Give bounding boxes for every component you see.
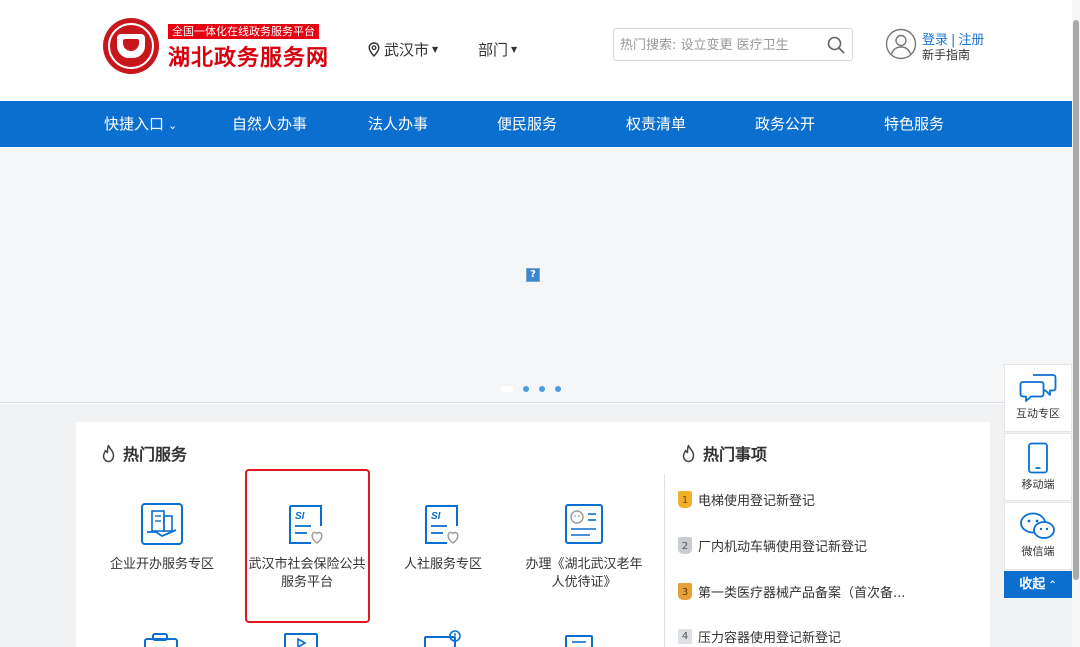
page-scrollbar[interactable]: [1072, 0, 1080, 647]
media-play-icon[interactable]: [283, 632, 319, 647]
hot-section-card: 热门服务 热门事项 企业开办服务专区 SI 武汉市社会保险公共 服务平台 SI …: [76, 422, 990, 647]
logo-title[interactable]: 湖北政务服务网: [168, 40, 329, 72]
site-header: 全国一体化在线政务服务平台 湖北政务服务网 武汉市 ▼ 部门 ▼ 登录|注册 新…: [0, 0, 1080, 101]
search-input[interactable]: [620, 35, 820, 55]
nav-item-natural-person[interactable]: 自然人办事: [232, 101, 307, 147]
city-label: 武汉市: [384, 41, 430, 59]
service-label-line1: 办理《湖北武汉老年: [525, 557, 643, 572]
enterprise-hand-icon: [141, 503, 183, 545]
float-mobile[interactable]: 移动端: [1004, 433, 1072, 501]
float-label: 互动专区: [1016, 407, 1060, 420]
float-label: 微信端: [1021, 545, 1055, 558]
department-selector[interactable]: 部门 ▼: [478, 39, 517, 60]
hot-services-label: 热门服务: [123, 445, 188, 464]
chat-bubbles-icon: [1019, 374, 1057, 402]
logo-emblem-icon[interactable]: [103, 18, 159, 74]
service-hr-social[interactable]: SI 人社服务专区: [378, 502, 508, 574]
location-pin-icon: [368, 42, 380, 57]
banner-carousel[interactable]: ?: [0, 147, 1072, 403]
carousel-dot[interactable]: [555, 386, 561, 392]
rank-medal-gold-icon: 1: [678, 490, 692, 508]
nav-item-quick-entry[interactable]: 快捷入口 ⌄: [104, 101, 177, 147]
rank-medal-silver-icon: 2: [678, 536, 692, 554]
scrollbar-thumb[interactable]: [1073, 20, 1079, 580]
main-nav: 快捷入口 ⌄ 自然人办事 法人办事 便民服务 权责清单 政务公开 特色服务: [0, 101, 1072, 147]
section-divider: [664, 474, 665, 647]
chevron-up-icon: ⌃: [1048, 580, 1057, 591]
guide-link[interactable]: 新手指南: [922, 46, 970, 63]
document-icon[interactable]: [564, 632, 594, 647]
hot-matter-item[interactable]: 4 压力容器使用登记新登记: [678, 626, 841, 646]
hr-social-card-icon: SI: [425, 505, 459, 544]
hot-matter-item[interactable]: 1 电梯使用登记新登记: [678, 489, 815, 509]
briefcase-icon[interactable]: [143, 632, 179, 647]
carousel-dot[interactable]: [523, 386, 529, 392]
caret-down-icon: ▼: [432, 45, 439, 54]
rank-medal-bronze-icon: 3: [678, 582, 692, 600]
hot-matter-label: 厂内机动车辆使用登记新登记: [698, 539, 868, 555]
carousel-dot[interactable]: [500, 386, 514, 392]
nav-item-featured[interactable]: 特色服务: [884, 101, 944, 147]
hot-matters-label: 热门事项: [703, 445, 768, 464]
rank-number-badge: 4: [678, 628, 692, 644]
service-label-line2: 人优待证》: [551, 575, 617, 590]
nav-item-power-list[interactable]: 权责清单: [626, 101, 686, 147]
collapse-button[interactable]: 收起 ⌃: [1004, 571, 1072, 598]
broken-image-icon: ?: [526, 268, 540, 282]
hot-matter-label: 第一类医疗器械产品备案（首次备...: [698, 585, 906, 601]
nav-item-legal-person[interactable]: 法人办事: [368, 101, 428, 147]
nav-item-convenience[interactable]: 便民服务: [497, 101, 557, 147]
flame-icon: [682, 444, 695, 462]
hot-matter-label: 电梯使用登记新登记: [698, 493, 816, 509]
service-label: 企业开办服务专区: [109, 557, 214, 572]
carousel-dot[interactable]: [539, 386, 545, 392]
chevron-down-icon: ⌄: [168, 119, 178, 132]
hot-matter-item[interactable]: 3 第一类医疗器械产品备案（首次备...: [678, 581, 905, 601]
float-label: 移动端: [1021, 478, 1055, 491]
id-badge-icon[interactable]: [423, 630, 463, 647]
caret-down-icon: ▼: [511, 45, 518, 54]
nav-item-gov-affairs[interactable]: 政务公开: [755, 101, 815, 147]
service-label: 人社服务专区: [403, 557, 482, 572]
search-icon[interactable]: [826, 35, 846, 55]
senior-id-card-icon: [565, 504, 603, 544]
wechat-icon: [1020, 512, 1055, 539]
logo-subtitle: 全国一体化在线政务服务平台: [168, 24, 319, 39]
service-label: 办理《湖北武汉老年 人优待证》: [519, 556, 649, 592]
hot-matter-label: 压力容器使用登记新登记: [698, 630, 842, 646]
service-enterprise-startup[interactable]: 企业开办服务专区: [97, 502, 227, 574]
user-avatar-icon[interactable]: [885, 28, 917, 60]
float-interaction-zone[interactable]: 互动专区: [1004, 364, 1072, 432]
svg-text:SI: SI: [431, 511, 441, 522]
city-selector[interactable]: 武汉市 ▼: [368, 39, 438, 60]
department-label: 部门: [478, 41, 509, 59]
hot-matter-item[interactable]: 2 厂内机动车辆使用登记新登记: [678, 535, 867, 555]
hot-matters-title: 热门事项: [680, 441, 767, 465]
floating-sidebar: 互动专区 移动端 微信端 收起 ⌃: [1004, 364, 1072, 598]
mobile-phone-icon: [1028, 442, 1048, 474]
carousel-indicators: [500, 386, 571, 392]
flame-icon: [102, 444, 115, 462]
float-wechat[interactable]: 微信端: [1004, 502, 1072, 570]
collapse-label: 收起: [1019, 577, 1046, 592]
nav-item-label: 快捷入口: [104, 115, 165, 133]
hot-services-title: 热门服务: [100, 441, 187, 465]
search-box: [613, 28, 853, 61]
service-senior-card[interactable]: 办理《湖北武汉老年 人优待证》: [519, 502, 649, 592]
highlight-box: [245, 469, 370, 623]
